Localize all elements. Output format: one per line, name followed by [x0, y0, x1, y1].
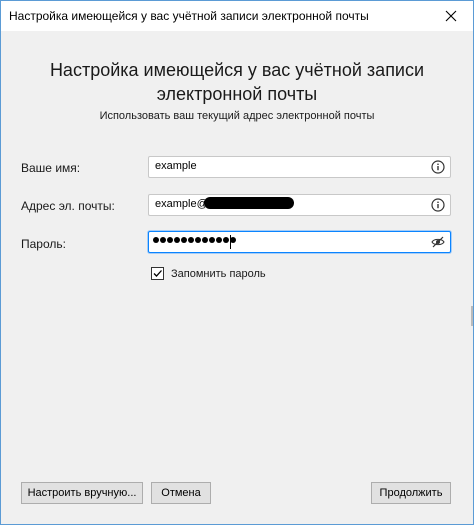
email-label: Адрес эл. почты: — [21, 199, 115, 213]
password-dot — [202, 237, 208, 243]
remember-password-checkbox[interactable] — [151, 267, 164, 280]
redaction-mark — [204, 197, 294, 209]
cancel-button[interactable]: Отмена — [151, 482, 211, 504]
password-dot — [174, 237, 180, 243]
password-dot — [223, 237, 229, 243]
window-title: Настройка имеющейся у вас учётной записи… — [9, 9, 369, 23]
password-mask — [153, 237, 236, 243]
password-dot — [167, 237, 173, 243]
password-input[interactable] — [148, 231, 451, 253]
password-dot — [195, 237, 201, 243]
page-title: Настройка имеющейся у вас учётной записи… — [21, 58, 453, 106]
dialog-content: Настройка имеющейся у вас учётной записи… — [1, 31, 473, 524]
checkmark-icon — [153, 270, 162, 277]
email-input-value: example@ — [155, 198, 208, 210]
manual-config-button[interactable]: Настроить вручную... — [21, 482, 143, 504]
close-button[interactable] — [429, 1, 473, 31]
name-input-value: example — [155, 160, 197, 172]
page-subtitle: Использовать ваш текущий адрес электронн… — [99, 110, 375, 122]
info-icon[interactable] — [431, 160, 445, 174]
eye-slash-icon[interactable] — [431, 235, 445, 249]
page-title-line-2: электронной почты — [156, 84, 318, 104]
page-title-line-1: Настройка имеющейся у вас учётной записи — [49, 60, 425, 80]
password-dot — [188, 237, 194, 243]
password-dot — [153, 237, 159, 243]
continue-button[interactable]: Продолжить — [371, 482, 451, 504]
info-icon[interactable] — [431, 198, 445, 212]
password-dot — [216, 237, 222, 243]
account-setup-window: Настройка имеющейся у вас учётной записи… — [0, 0, 474, 525]
email-input[interactable]: example@ — [148, 194, 451, 216]
title-bar: Настройка имеющейся у вас учётной записи… — [1, 1, 473, 31]
name-input[interactable]: example — [148, 156, 451, 178]
text-caret — [230, 235, 231, 249]
password-dot — [209, 237, 215, 243]
name-label: Ваше имя: — [21, 161, 81, 175]
resize-edge — [471, 306, 473, 326]
remember-password-label[interactable]: Запомнить пароль — [171, 268, 266, 280]
close-icon — [445, 10, 457, 22]
password-dot — [181, 237, 187, 243]
password-label: Пароль: — [21, 237, 66, 251]
password-dot — [160, 237, 166, 243]
